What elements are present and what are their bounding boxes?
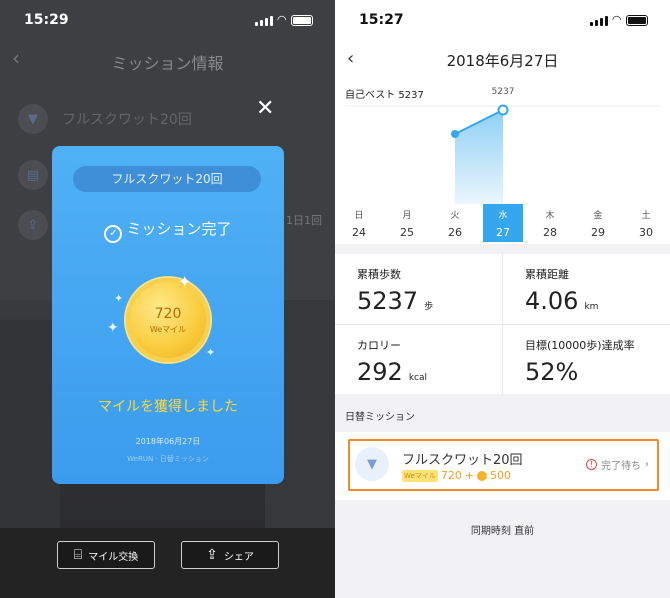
sparkle-icon: ✦ xyxy=(114,292,124,305)
data-point xyxy=(497,104,509,116)
frequency-text: 1日1回 xyxy=(286,214,322,227)
status-time: 15:27 xyxy=(359,12,404,28)
alert-icon: ! xyxy=(586,459,597,470)
stat-distance: 累積距離 4.06 km xyxy=(525,268,599,315)
coin-icon xyxy=(477,470,488,481)
header: ‹ 2018年6月27日 xyxy=(335,40,670,80)
wifi-icon: ◠ xyxy=(612,13,621,26)
mission-name-pill: フルスクワット20回 xyxy=(73,166,261,192)
sparkle-icon: ✦ xyxy=(206,346,216,359)
list-item: ⇪ xyxy=(18,210,48,240)
popup-source: WeRUN · 日替ミッション xyxy=(127,455,209,463)
coin-value: 720 xyxy=(154,306,182,322)
signal-icon xyxy=(254,15,273,26)
status-bar: 15:27 ◠ xyxy=(335,0,670,40)
step-icon: ▤ xyxy=(18,160,48,190)
mission-item[interactable]: ▼ フルスクワット20回 Weマイル 720 + 500 ! 完了待ち › xyxy=(348,439,659,491)
share-icon: ⇪ xyxy=(18,210,48,240)
steps-chart: 5237 自己ベスト 5237 日 24 月 25 火 26 水 27 木 28 金 29 … xyxy=(335,80,670,244)
day-27[interactable]: 水 27 xyxy=(483,204,523,242)
popup-date: 2018年06月27日 xyxy=(135,437,201,446)
battery-icon xyxy=(291,15,313,26)
daily-mission-row[interactable]: ▼ フルスクワット20回 Weマイル 720 + 500 ! 完了待ち › xyxy=(335,432,670,500)
we-mile-tag: Weマイル xyxy=(402,469,438,482)
sync-time: 同期時刻 直前 xyxy=(470,526,535,537)
mile-coin: ✦ 720 Weマイル xyxy=(126,272,210,362)
check-icon: ✓ xyxy=(104,225,123,243)
status-time: 15:29 xyxy=(24,12,69,28)
day-30[interactable]: 土 30 xyxy=(626,204,666,242)
right-screen: 15:27 ◠ ‹ 2018年6月27日 5237 自己ベスト 5237 日 2… xyxy=(335,0,670,598)
page-title: 2018年6月27日 xyxy=(446,52,559,70)
data-point xyxy=(451,129,459,138)
exchange-miles-button[interactable]: ⌸ マイル交換 xyxy=(57,541,155,569)
mission-status: ! 完了待ち › xyxy=(586,457,649,472)
battery-icon xyxy=(626,15,648,26)
share-button[interactable]: ⇪ シェア xyxy=(181,541,279,569)
mission-name: フルスクワット20回 xyxy=(402,453,523,468)
coin-unit: Weマイル xyxy=(149,325,187,334)
peak-label: 5237 xyxy=(492,87,515,97)
day-26[interactable]: 火 26 xyxy=(435,204,475,242)
status-icons: ◠ xyxy=(254,13,313,26)
list-item: ▼ フルスクワット20回 xyxy=(18,104,192,134)
mission-reward: Weマイル 720 + 500 xyxy=(402,469,512,482)
earned-message: マイルを獲得しました xyxy=(98,399,238,415)
close-icon[interactable]: ✕ xyxy=(256,96,274,121)
section-title: 日替ミッション xyxy=(345,412,415,423)
gift-icon: ⌸ xyxy=(73,547,83,563)
mission-complete-heading: ✓ ミッション完了 xyxy=(52,218,284,243)
chevron-right-icon: › xyxy=(645,459,649,470)
sparkle-icon: ✦ xyxy=(178,272,192,291)
stat-goal-rate: 目標(10000歩)達成率 52% xyxy=(525,339,635,386)
day-28[interactable]: 木 28 xyxy=(530,204,570,242)
mission-complete-popup: フルスクワット20回 ✓ ミッション完了 ✦ ✦ ✦ ✦ 720 Weマイル マイ… xyxy=(52,146,284,484)
stats-grid: 累積歩数 5237 歩 累積距離 4.06 km カロリー 292 kcal 目標(1… xyxy=(335,254,670,394)
list-item: ▤ xyxy=(18,160,48,190)
signal-icon xyxy=(589,15,608,26)
stat-steps: 累積歩数 5237 歩 xyxy=(357,268,434,315)
day-25[interactable]: 月 25 xyxy=(387,204,427,242)
day-selector: 日 24 月 25 火 26 水 27 木 28 金 29 土 30 xyxy=(335,204,670,244)
steps-area xyxy=(455,110,503,204)
day-29[interactable]: 金 29 xyxy=(578,204,618,242)
nav-bar: ‹ ミッション情報 xyxy=(0,44,335,76)
shield-icon: ▼ xyxy=(18,104,48,134)
wifi-icon: ◠ xyxy=(277,13,286,26)
shield-icon: ▼ xyxy=(355,447,389,481)
personal-best: 自己ベスト 5237 xyxy=(345,90,424,101)
sparkle-icon: ✦ xyxy=(107,320,119,336)
status-bar: 15:29 ◠ xyxy=(0,0,335,40)
list-item-label: フルスクワット20回 xyxy=(62,112,192,128)
day-24[interactable]: 日 24 xyxy=(339,204,379,242)
status-icons: ◠ xyxy=(589,13,648,26)
stat-calories: カロリー 292 kcal xyxy=(357,339,427,386)
page-title: ミッション情報 xyxy=(111,54,224,73)
left-screen: 15:29 ◠ ‹ ミッション情報 ▼ フルスクワット20回 ▤ ⇪ 1日1回 … xyxy=(0,0,335,598)
share-icon: ⇪ xyxy=(206,547,218,563)
